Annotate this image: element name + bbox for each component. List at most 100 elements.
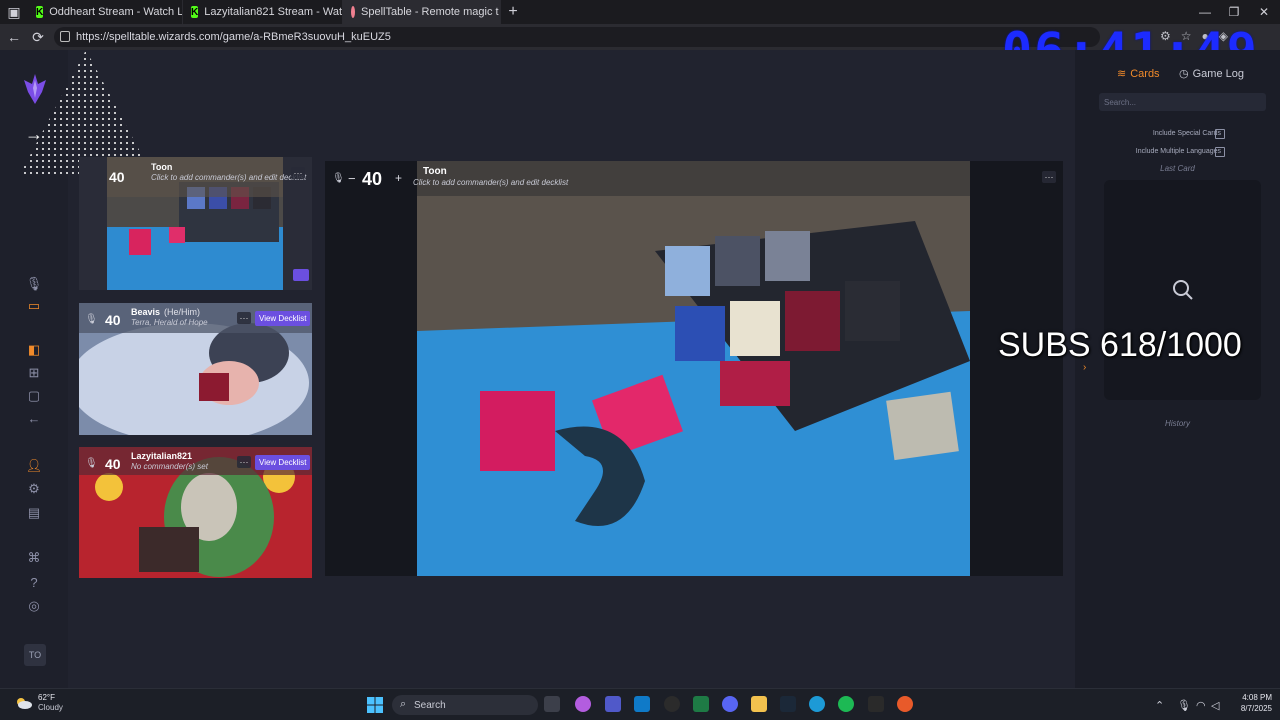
mic-off-icon[interactable]: 🎙︎ [24,274,44,294]
include-special-checkbox[interactable] [1215,129,1225,139]
history-heading: History [1165,419,1190,428]
spelltable-icon [351,6,355,18]
weather-widget[interactable]: 62°F Cloudy [14,693,63,713]
increase-life-button[interactable]: + [395,171,402,185]
player-name: Beavis (He/Him) [131,307,200,317]
shortcuts-icon[interactable]: ⌘ [24,548,44,568]
close-window-icon[interactable]: ✕ [1248,0,1280,24]
settings-icon[interactable]: ⚙ [24,479,44,499]
mic-muted-icon[interactable]: 🎙︎ [332,173,345,184]
obs-icon[interactable] [664,696,680,712]
support-icon[interactable]: ◎ [24,596,44,616]
kick-icon: K [36,6,44,18]
cloudy-icon [17,698,32,709]
player-tile-lazyitalian821[interactable]: 🎙︎ 40 Lazyitalian821 No commander(s) set… [79,447,312,578]
browser-tab-oddheart[interactable]: K Oddheart Stream - Watch Li ✕ [28,0,183,24]
decrease-life-button[interactable]: − [348,171,356,186]
taskbar-search[interactable]: ⌕ Search [392,695,538,715]
more-options-button[interactable]: ··· [237,456,251,468]
url-field[interactable]: https://spelltable.wizards.com/game/a-RB… [54,27,1100,47]
tab-game-log[interactable]: ◷ Game Log [1179,67,1244,81]
copilot-icon[interactable] [575,696,591,712]
tab-cards[interactable]: ≋ Cards [1117,67,1160,81]
tab-actions-icon[interactable]: ▣ [0,0,28,24]
volume-icon[interactable]: ◁ [1211,699,1219,712]
wifi-icon[interactable]: ◠ [1196,699,1206,712]
maximize-icon[interactable]: ❐ [1218,0,1250,24]
avatar[interactable]: TO [24,644,46,666]
task-view-icon[interactable] [544,696,560,712]
life-total[interactable]: 40 [105,456,121,472]
commander-text[interactable]: Click to add commander(s) and edit deckl… [413,178,568,187]
main-player-tile[interactable]: 🎙︎ − 40 + Toon Click to add commander(s)… [325,161,1063,576]
temperature-text: 62°F [38,693,55,702]
player-tile-toon[interactable]: 40 Toon Click to add commander(s) and ed… [79,157,312,290]
more-options-button[interactable]: ··· [291,167,305,179]
tab-title: SpellTable - Remote magic t [361,6,499,18]
refresh-icon[interactable]: ⟳ [26,25,50,49]
layers-icon: ≋ [1117,68,1127,80]
last-card-slot [1104,180,1261,400]
spelltable-app: → 🎙︎ ▭ ◧ ⊞ ▢ ← 👤︎ ⚙ ▤ ⌘ ? ◎ TO 40 Toon C… [0,50,1280,688]
steam-icon[interactable] [780,696,796,712]
life-total[interactable]: 40 [362,169,382,190]
player-name: Toon [423,166,447,177]
life-total[interactable]: 40 [109,169,125,185]
kick-icon: K [191,6,199,18]
commander-text[interactable]: No commander(s) set [131,462,208,471]
player-tile-beavis[interactable]: 🎙︎ 40 Beavis (He/Him) Terra, Herald of Ho… [79,303,312,435]
right-panel: ≋ Cards ◷ Game Log Search... Include Spe… [1075,50,1280,688]
clock-icon: ◷ [1179,68,1189,80]
search-icon [1173,280,1193,300]
expand-arrow-icon[interactable]: → [24,124,44,144]
chevron-up-icon[interactable]: ⌃ [1155,699,1164,712]
life-total[interactable]: 40 [105,312,121,328]
sidebar-panel-icon[interactable]: ◧ [24,340,44,360]
minimize-icon[interactable]: — [1189,0,1221,24]
store-icon[interactable] [634,696,650,712]
leave-icon[interactable]: ← [24,408,44,428]
windows-taskbar: 62°F Cloudy ⌕ Search ⌃ 🎙︎ ◠ ◁ 4:08 PM 8/… [0,688,1280,720]
browser-tab-lazyitalian[interactable]: K Lazyitalian821 Stream - Watch Li ✕ [183,0,343,24]
taskbar-clock[interactable]: 4:08 PM 8/7/2025 [1222,692,1272,714]
file-explorer-icon[interactable] [751,696,767,712]
commander-text[interactable]: Terra, Herald of Hope [131,318,208,327]
game-app-icon[interactable] [897,696,913,712]
tab-title: Oddheart Stream - Watch Li [49,6,183,18]
lock-icon [60,31,70,42]
last-card-heading: Last Card [1160,164,1195,173]
epic-games-icon[interactable] [868,696,884,712]
camera-icon[interactable]: ▭ [24,296,44,316]
main-camera-feed [325,161,1063,576]
back-icon[interactable]: ← [2,25,26,49]
teams-icon[interactable] [605,696,621,712]
spotify-icon[interactable] [838,696,854,712]
time-text: 4:08 PM [1242,693,1272,702]
grid-layout-icon[interactable]: ⊞ [24,363,44,383]
include-languages-label: Include Multiple Languages [1135,148,1221,155]
card-icon[interactable]: ▢ [24,386,44,406]
player-name: Toon [151,162,172,172]
help-icon[interactable]: ? [24,572,44,592]
card-search-input[interactable]: Search... [1099,93,1266,111]
discord-icon[interactable] [722,696,738,712]
mic-muted-icon[interactable]: 🎙︎ [85,458,98,469]
view-decklist-button[interactable]: View Decklist [255,311,311,326]
include-languages-checkbox[interactable] [1215,147,1225,157]
film-icon[interactable]: ▤ [24,503,44,523]
mic-muted-icon[interactable]: 🎙︎ [85,314,98,325]
commander-text[interactable]: Click to add commander(s) and edit deckl… [151,173,306,182]
new-tab-button[interactable]: + [501,0,525,24]
add-user-icon[interactable]: 👤︎ [24,456,44,476]
view-decklist-button[interactable]: View Decklist [255,455,311,470]
more-options-button[interactable]: ··· [237,312,251,324]
edge-icon[interactable] [809,696,825,712]
date-text: 8/7/2025 [1240,704,1272,713]
microphone-icon[interactable]: 🎙︎ [1177,699,1191,712]
weather-text: Cloudy [38,703,63,712]
tab-title: Lazyitalian821 Stream - Watch Li [204,6,342,18]
browser-tab-spelltable[interactable]: SpellTable - Remote magic t ✕ [343,0,501,24]
more-options-button[interactable]: ··· [1042,171,1056,183]
terminal-icon[interactable] [693,696,709,712]
windows-start-icon[interactable] [367,697,383,713]
